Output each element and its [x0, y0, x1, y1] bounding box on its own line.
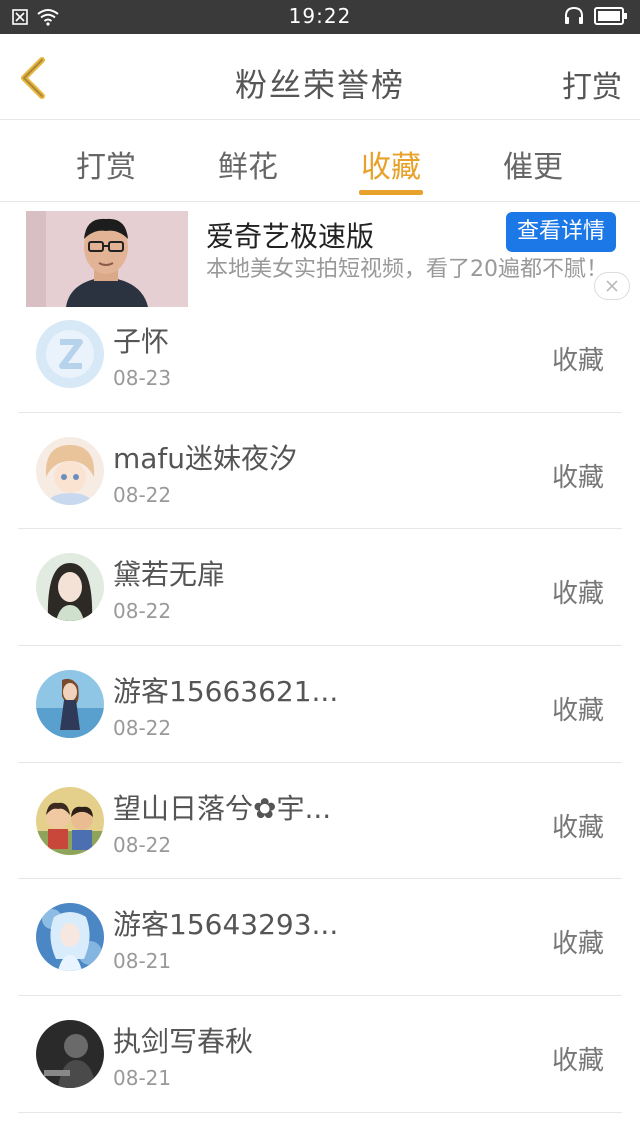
row-date: 08-22	[113, 599, 172, 624]
status-time: 19:22	[288, 4, 352, 28]
row-action-label: 收藏	[551, 1046, 604, 1077]
row-action-label: 收藏	[551, 579, 604, 610]
avatar	[36, 903, 104, 972]
row-action-label: 收藏	[551, 929, 604, 960]
ad-title: 爱奇艺极速版	[206, 220, 375, 253]
user-name: 黛若无扉	[113, 558, 226, 592]
ad-banner[interactable]: 爱奇艺极速版 查看详情 本地美女实拍短视频，看了20遍都不腻！	[0, 203, 640, 307]
battery-icon	[594, 7, 627, 25]
user-name: 望山日落兮✿宇...	[113, 791, 332, 825]
nav-bar: 粉丝荣誉榜 打赏	[0, 34, 640, 120]
status-right	[564, 7, 628, 25]
list-item[interactable]: 游客15663621... 08-22 收藏	[18, 646, 622, 763]
reward-button[interactable]: 打赏	[562, 62, 622, 106]
user-name: 游客15663621...	[113, 675, 339, 709]
user-name: mafu迷妹夜汐	[113, 441, 298, 475]
headphone-icon	[565, 7, 583, 24]
list-item[interactable]: 子怀 08-23 收藏	[18, 296, 622, 413]
row-date: 08-21	[113, 1066, 172, 1091]
list-item[interactable]: 执剑写春秋 08-21 收藏	[18, 996, 622, 1113]
avatar	[36, 320, 104, 388]
row-date: 08-21	[113, 949, 172, 974]
list-item[interactable]: mafu迷妹夜汐 08-22 收藏	[18, 413, 622, 530]
tab-urge[interactable]: 催更	[483, 142, 583, 186]
row-date: 08-22	[113, 716, 172, 741]
active-tab-indicator	[359, 190, 423, 195]
row-action-label: 收藏	[551, 696, 604, 727]
ad-thumbnail[interactable]	[26, 211, 188, 307]
tab-reward[interactable]: 打赏	[56, 142, 156, 186]
row-action-label: 收藏	[551, 346, 604, 376]
tab-flowers[interactable]: 鲜花	[198, 142, 298, 186]
page-title: 粉丝荣誉榜	[234, 66, 405, 104]
tab-collect[interactable]: 收藏	[341, 142, 441, 186]
status-bar: 19:22	[0, 0, 640, 34]
list-item[interactable]: 望山日落兮✿宇... 08-22 收藏	[18, 763, 622, 880]
tab-bar: 打赏 鲜花 收藏 催更	[0, 120, 640, 202]
row-date: 08-23	[113, 366, 172, 390]
user-name: 执剑写春秋	[113, 1025, 254, 1059]
fan-list: 子怀 08-23 收藏 mafu迷妹夜汐 08-22 收藏 黛若无扉 08-22…	[0, 296, 640, 1113]
user-name: 游客15643293...	[113, 908, 339, 942]
list-item[interactable]: 黛若无扉 08-22 收藏	[18, 529, 622, 647]
avatar	[36, 1020, 104, 1089]
row-action-label: 收藏	[551, 812, 604, 843]
avatar	[36, 786, 104, 855]
avatar	[36, 670, 104, 739]
row-action-label: 收藏	[551, 462, 604, 493]
row-date: 08-22	[113, 832, 172, 857]
user-name: 子怀	[113, 325, 170, 358]
row-date: 08-22	[113, 482, 172, 507]
list-item[interactable]: 游客15643293... 08-21 收藏	[18, 879, 622, 997]
avatar	[36, 436, 104, 505]
view-details-button[interactable]: 查看详情	[506, 212, 616, 252]
avatar	[36, 553, 104, 622]
